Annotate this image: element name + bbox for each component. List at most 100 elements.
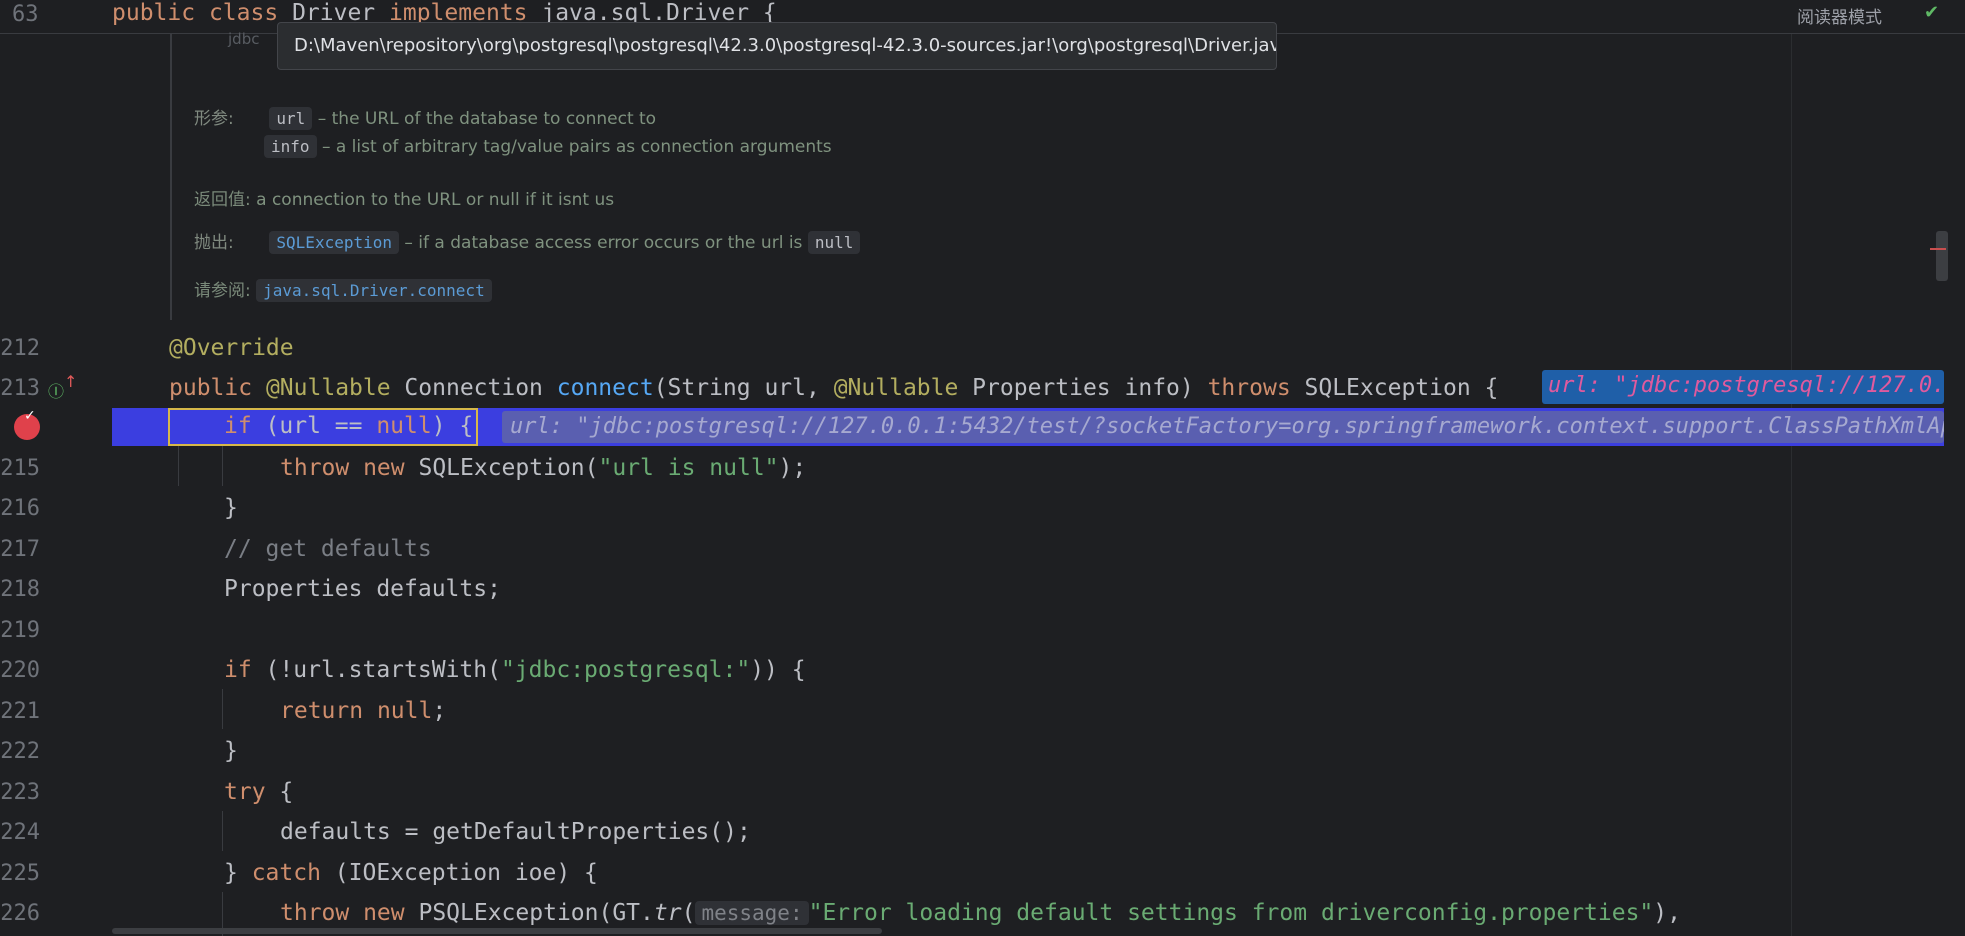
method-name: connect — [556, 375, 654, 401]
param-desc: – the URL of the database to connect to — [317, 109, 657, 129]
javadoc-block: jdbc 形参: url – the URL of the database t… — [170, 30, 1790, 320]
code-line[interactable]: 224 defaults = getDefaultProperties(); — [0, 814, 1965, 854]
code-text: ; — [432, 698, 447, 724]
code-text: PSQLException(GT. — [404, 900, 654, 926]
keyword: throw new — [280, 455, 405, 481]
line-number: 216 — [0, 496, 40, 521]
code-text: )) { — [750, 657, 806, 683]
line-number: 225 — [0, 861, 40, 886]
line-number: 222 — [0, 739, 40, 764]
returns-label: 返回值: — [194, 190, 251, 210]
javadoc-param-row: info – a list of arbitrary tag/value pai… — [264, 135, 832, 158]
vertical-scrollbar-thumb[interactable] — [1936, 231, 1948, 281]
keyword: class — [208, 0, 279, 26]
inspection-ok-icon[interactable]: ✔ — [1924, 2, 1939, 23]
line-number: 215 — [0, 456, 40, 481]
throws-label: 抛出: — [194, 233, 234, 253]
code-text: Connection — [390, 375, 557, 401]
keyword: public — [169, 375, 253, 401]
file-path-tooltip: D:\Maven\repository\org\postgresql\postg… — [277, 22, 1277, 70]
keyword: throw new — [280, 900, 405, 926]
code-text: try { — [224, 779, 293, 805]
code-line[interactable]: 220 if (!url.startsWith("jdbc:postgresql… — [0, 652, 1965, 692]
code-text: SQLException( — [404, 455, 599, 481]
string-literal: "url is null" — [598, 455, 779, 481]
returns-desc: a connection to the URL or null if it is… — [256, 190, 615, 210]
code-text: } — [224, 738, 238, 764]
line-number: 224 — [0, 820, 40, 845]
line-number: 226 — [0, 901, 40, 926]
keyword: try — [224, 779, 266, 805]
code-text: throw new SQLException("url is null"); — [280, 455, 806, 481]
code-text: public @Nullable Connection connect(Stri… — [169, 375, 1498, 401]
code-text: Properties info) — [958, 375, 1208, 401]
code-line[interactable]: 219 — [0, 612, 1965, 652]
code-text: SQLException { — [1290, 375, 1499, 401]
reader-mode-button[interactable]: 阅读器模式 — [1797, 3, 1882, 28]
param-desc: – a list of arbitrary tag/value pairs as… — [321, 137, 832, 157]
line-number: 218 — [0, 577, 40, 602]
keyword: if — [224, 413, 252, 439]
code-text: { — [265, 779, 294, 805]
code-text: (String url, — [653, 375, 834, 401]
string-literal: "jdbc:postgresql:" — [500, 657, 751, 683]
keyword: null — [376, 413, 432, 439]
sticky-line-number: 63 — [12, 2, 39, 27]
javadoc-param-row: 形参: url – the URL of the database to con… — [194, 104, 656, 130]
code-text: @Override — [169, 335, 294, 361]
code-line[interactable]: 225 } catch (IOException ioe) { — [0, 855, 1965, 895]
code-text: } — [224, 860, 252, 886]
code-text: Properties defaults; — [224, 576, 501, 602]
line-number: 217 — [0, 537, 40, 562]
throws-exception-link[interactable]: SQLException — [269, 231, 399, 254]
code-text: ) { — [431, 413, 474, 439]
comment: // get defaults — [224, 536, 432, 562]
code-line[interactable]: 213 public @Nullable Connection connect(… — [0, 370, 1965, 410]
line-number: 219 — [0, 618, 40, 643]
horizontal-scrollbar-thumb[interactable] — [112, 928, 882, 934]
params-label: 形参: — [194, 109, 234, 129]
code-line-current[interactable]: if (url == null) { — [0, 408, 1965, 448]
code-line[interactable]: 222 } — [0, 733, 1965, 773]
code-text: (IOException ioe) { — [320, 860, 598, 886]
param-name: url — [269, 107, 313, 130]
null-chip: null — [807, 231, 861, 254]
code-text: } — [224, 495, 238, 521]
see-link[interactable]: java.sql.Driver.connect — [256, 279, 492, 302]
parameter-hint: message: — [695, 901, 809, 925]
line-number: 213 — [0, 376, 40, 401]
code-text: if (url == null) { — [224, 413, 473, 439]
error-stripe-mark[interactable] — [1930, 248, 1946, 250]
code-editor[interactable]: 63 public class Driver implements java.s… — [0, 0, 1965, 936]
code-line[interactable]: 221 return null; — [0, 693, 1965, 733]
javadoc-throws-row: 抛出: SQLException – if a database access … — [194, 228, 861, 254]
see-label: 请参阅: — [194, 281, 251, 301]
code-line[interactable]: 217 // get defaults — [0, 531, 1965, 571]
code-line[interactable]: 212 @Override — [0, 330, 1965, 370]
code-text: if (!url.startsWith("jdbc:postgresql:"))… — [224, 657, 806, 683]
annotation: @Nullable — [265, 375, 391, 401]
code-text: return null; — [280, 698, 446, 724]
javadoc-see-row: 请参阅: java.sql.Driver.connect — [194, 276, 492, 302]
throws-desc: – if a database access error occurs or t… — [404, 233, 803, 253]
line-number: 212 — [0, 336, 40, 361]
line-number: 223 — [0, 780, 40, 805]
keyword: catch — [251, 860, 321, 886]
code-line[interactable]: 216 } — [0, 490, 1965, 530]
code-line[interactable]: 218 Properties defaults; — [0, 571, 1965, 611]
code-text: throw new PSQLException(GT.tr(message: "E… — [280, 900, 1681, 926]
keyword: null — [363, 698, 433, 724]
keyword: if — [224, 657, 252, 683]
code-text: } catch (IOException ioe) { — [224, 860, 598, 886]
code-text: (url == — [251, 413, 377, 439]
javadoc-returns-row: 返回值: a connection to the URL or null if … — [194, 185, 614, 210]
keyword: public — [112, 0, 196, 26]
code-text: ); — [778, 455, 807, 481]
keyword: throws — [1207, 375, 1291, 401]
code-line[interactable]: 223 try { — [0, 774, 1965, 814]
javadoc-partial-text: jdbc — [228, 30, 260, 48]
code-line[interactable]: 215 throw new SQLException("url is null"… — [0, 450, 1965, 490]
code-text: ), — [1653, 900, 1681, 926]
param-name: info — [264, 135, 317, 158]
line-number: 221 — [0, 699, 40, 724]
